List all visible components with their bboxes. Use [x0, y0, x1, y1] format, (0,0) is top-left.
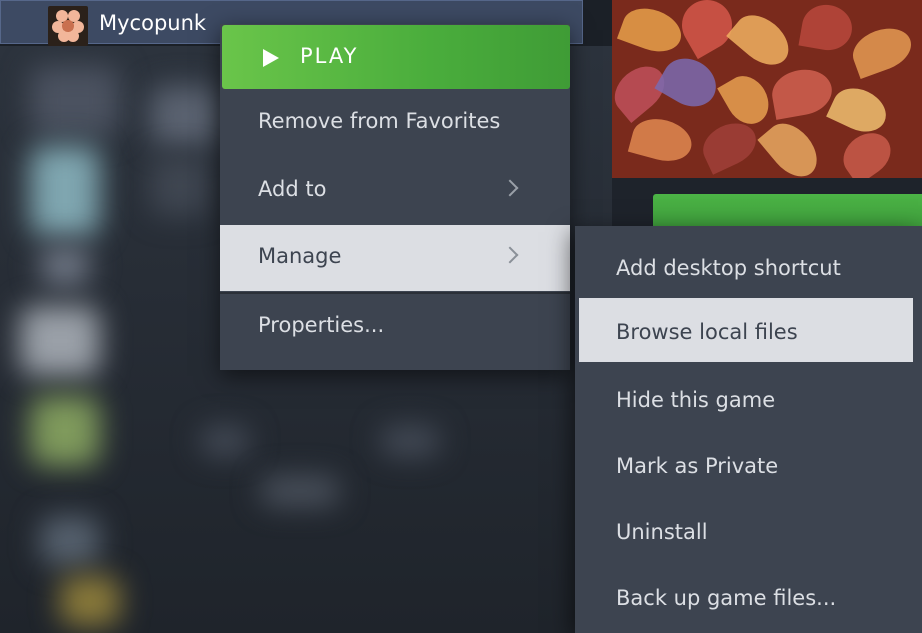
- submenu-item-browse-local-files[interactable]: Browse local files: [579, 298, 913, 362]
- chevron-right-icon: [501, 246, 519, 264]
- submenu-item-uninstall[interactable]: Uninstall: [579, 498, 913, 562]
- submenu-item-hide-this-game[interactable]: Hide this game: [579, 366, 913, 430]
- game-title: Mycopunk: [99, 11, 207, 35]
- steam-library-view: Mycopunk PLAY Remove from Favorites Add …: [0, 0, 922, 633]
- mycopunk-game-icon: [48, 6, 88, 46]
- submenu-item-label: Hide this game: [616, 388, 776, 412]
- submenu-item-add-desktop-shortcut[interactable]: Add desktop shortcut: [579, 234, 913, 298]
- menu-item-label: Remove from Favorites: [258, 109, 501, 133]
- menu-item-add-to[interactable]: Add to: [220, 158, 570, 224]
- manage-submenu: Add desktop shortcut Browse local files …: [575, 226, 922, 633]
- menu-item-manage[interactable]: Manage: [220, 225, 570, 291]
- submenu-item-label: Add desktop shortcut: [616, 256, 841, 280]
- play-button[interactable]: PLAY: [222, 25, 570, 89]
- submenu-item-label: Browse local files: [616, 320, 798, 344]
- submenu-item-label: Back up game files...: [616, 586, 837, 610]
- game-hero-image: [612, 0, 922, 178]
- play-label: PLAY: [300, 44, 359, 68]
- play-icon: [263, 49, 279, 67]
- submenu-item-mark-as-private[interactable]: Mark as Private: [579, 432, 913, 496]
- menu-item-properties[interactable]: Properties...: [220, 294, 570, 360]
- game-context-menu: PLAY Remove from Favorites Add to Manage…: [220, 24, 570, 370]
- menu-item-label: Manage: [258, 244, 342, 268]
- menu-item-label: Properties...: [258, 313, 385, 337]
- submenu-item-label: Uninstall: [616, 520, 708, 544]
- chevron-right-icon: [501, 179, 519, 197]
- submenu-item-back-up-game-files[interactable]: Back up game files...: [579, 564, 913, 628]
- submenu-item-label: Mark as Private: [616, 454, 779, 478]
- menu-item-label: Add to: [258, 177, 327, 201]
- menu-item-remove-from-favorites[interactable]: Remove from Favorites: [220, 90, 570, 156]
